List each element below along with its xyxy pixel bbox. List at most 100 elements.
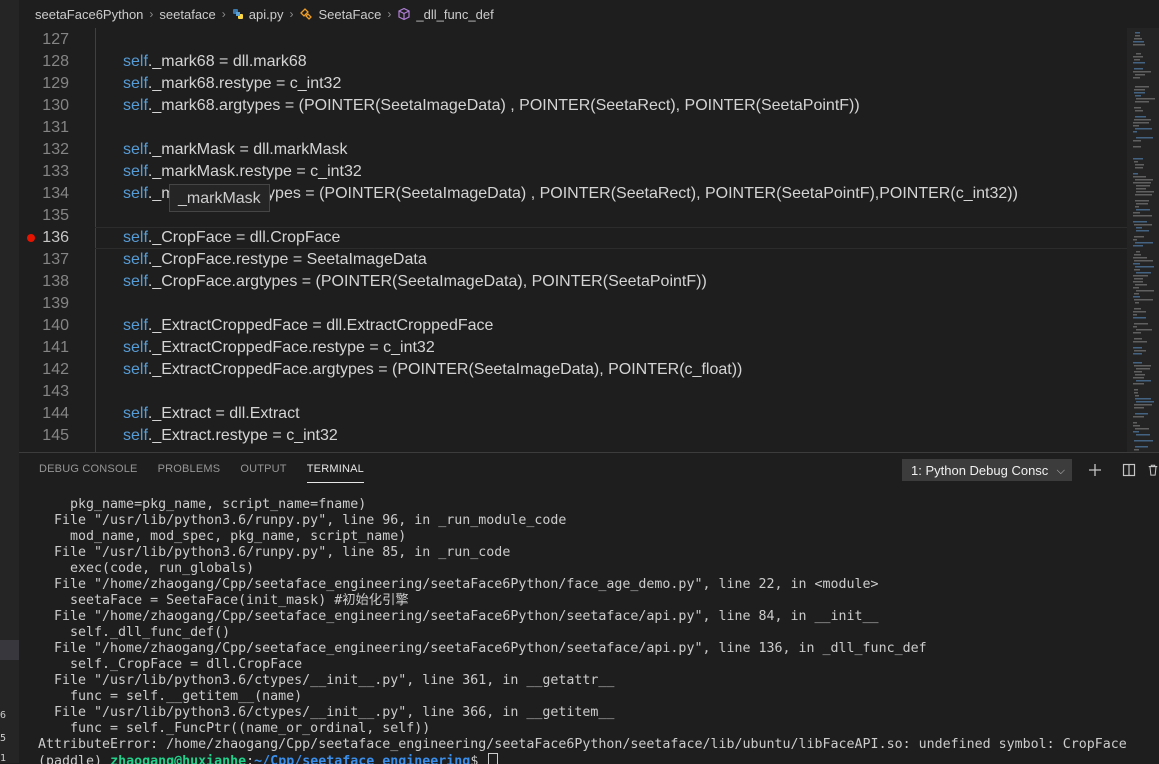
code-line[interactable]: 142 self._ExtractCroppedFace.argtypes = (… xyxy=(19,359,1127,381)
terminal-line: func = self.__getitem__(name) xyxy=(38,689,303,704)
terminal-cursor xyxy=(488,753,499,764)
line-number: 142 xyxy=(42,361,69,378)
code-text: self._Extract = dll.Extract xyxy=(123,403,300,425)
trash-icon xyxy=(1148,464,1158,476)
terminal-select-value: 1: Python Debug Consc xyxy=(911,463,1049,478)
line-number: 130 xyxy=(42,97,69,114)
chevron-right-icon: › xyxy=(221,7,226,21)
tab-debug-console[interactable]: DEBUG CONSOLE xyxy=(39,453,138,485)
line-number: 139 xyxy=(42,295,69,312)
code-line[interactable]: 128 self._mark68 = dll.mark68 xyxy=(19,51,1127,73)
breadcrumb-item-class[interactable]: SeetaFace xyxy=(318,7,381,22)
strip-number: 6 xyxy=(0,710,7,721)
hover-tooltip: _markMask xyxy=(169,184,270,212)
tab-output[interactable]: OUTPUT xyxy=(240,453,286,485)
code-text: self._ExtractCroppedFace.argtypes = (POI… xyxy=(123,359,742,381)
python-file-icon xyxy=(232,8,244,20)
code-text: self._ExtractCroppedFace.restype = c_int… xyxy=(123,337,435,359)
line-number: 133 xyxy=(42,163,69,180)
keyword-self: self xyxy=(123,97,148,114)
code-line[interactable]: 133 self._markMask.restype = c_int32 xyxy=(19,161,1127,183)
breadcrumb-item-method[interactable]: _dll_func_def xyxy=(416,7,493,22)
code-line[interactable]: 138 self._CropFace.argtypes = (POINTER(Se… xyxy=(19,271,1127,293)
code-text: self._CropFace.restype = SeetaImageData xyxy=(123,249,427,271)
code-rest: ._ExtractCroppedFace = dll.ExtractCroppe… xyxy=(147,317,494,334)
code-line[interactable]: 131 xyxy=(19,117,1127,139)
code-editor[interactable]: 127 128 self._mark68 = dll.mark68 129 self._… xyxy=(19,28,1127,452)
code-text: self._markMask = dll.markMask xyxy=(123,139,348,161)
split-terminal-button[interactable] xyxy=(1118,459,1140,481)
breadcrumb: seetaFace6Python › seetaface › api.py › … xyxy=(19,0,1159,28)
keyword-self: self xyxy=(123,361,148,378)
line-number: 143 xyxy=(42,383,69,400)
code-line[interactable]: 130 self._mark68.argtypes = (POINTER(Seet… xyxy=(19,95,1127,117)
code-line[interactable]: 136 self._CropFace = dll.CropFace xyxy=(19,227,1127,249)
line-number: 132 xyxy=(42,141,69,158)
keyword-self: self xyxy=(123,141,148,158)
keyword-self: self xyxy=(123,427,148,444)
breadcrumb-item-subfolder[interactable]: seetaface xyxy=(159,7,215,22)
keyword-self: self xyxy=(123,405,148,422)
code-text: self._mark68.restype = c_int32 xyxy=(123,73,341,95)
keyword-self: self xyxy=(123,339,148,356)
minimap-viewport[interactable] xyxy=(1127,28,1159,452)
line-number: 144 xyxy=(42,405,69,422)
code-rest: ._mark68.argtypes = (POINTER(SeetaImageD… xyxy=(147,97,860,114)
keyword-self: self xyxy=(123,53,148,70)
terminal-select-dropdown[interactable]: 1: Python Debug Consc ⌵ xyxy=(902,459,1072,481)
code-text: self._mark68 = dll.mark68 xyxy=(123,51,307,73)
code-text: self._CropFace.argtypes = (POINTER(Seeta… xyxy=(123,271,707,293)
code-rest: ._markMask.argtypes = (POINTER(SeetaImag… xyxy=(147,185,1018,202)
bottom-panel: DEBUG CONSOLE PROBLEMS OUTPUT TERMINAL 1… xyxy=(19,452,1159,764)
line-number: 135 xyxy=(42,207,69,224)
line-number: 131 xyxy=(42,119,69,136)
activity-strip: 6 5 1 xyxy=(0,0,19,764)
chevron-right-icon: › xyxy=(149,7,154,21)
code-line[interactable]: 127 xyxy=(19,29,1127,51)
strip-number: 1 xyxy=(0,753,7,764)
terminal-output[interactable]: pkg_name=pkg_name, script_name=fname) Fi… xyxy=(38,497,1158,764)
code-rest: ._markMask.restype = c_int32 xyxy=(147,163,362,180)
terminal-line: File "/usr/lib/python3.6/ctypes/__init__… xyxy=(38,705,615,720)
chevron-right-icon: › xyxy=(289,7,294,21)
code-line[interactable]: 141 self._ExtractCroppedFace.restype = c_… xyxy=(19,337,1127,359)
keyword-self: self xyxy=(123,251,148,268)
code-line[interactable]: 139 xyxy=(19,293,1127,315)
keyword-self: self xyxy=(123,229,148,246)
code-line[interactable]: 145 self._Extract.restype = c_int32 xyxy=(19,425,1127,447)
code-line[interactable]: 144 self._Extract = dll.Extract xyxy=(19,403,1127,425)
code-line[interactable]: 129 self._mark68.restype = c_int32 xyxy=(19,73,1127,95)
code-rest: ._CropFace.argtypes = (POINTER(SeetaImag… xyxy=(147,273,707,290)
code-text: self._ExtractCroppedFace = dll.ExtractCr… xyxy=(123,315,493,337)
minimap[interactable] xyxy=(1127,28,1159,452)
method-cube-icon xyxy=(397,7,411,21)
keyword-self: self xyxy=(123,75,148,92)
code-rest: ._mark68.restype = c_int32 xyxy=(147,75,342,92)
code-rest: ._Extract.restype = c_int32 xyxy=(147,427,338,444)
code-line[interactable]: 137 self._CropFace.restype = SeetaImageDa… xyxy=(19,249,1127,271)
code-text: self._Extract.restype = c_int32 xyxy=(123,425,338,447)
terminal-lines: pkg_name=pkg_name, script_name=fname) Fi… xyxy=(38,497,1158,753)
code-line[interactable]: 132 self._markMask = dll.markMask xyxy=(19,139,1127,161)
breadcrumb-item-folder[interactable]: seetaFace6Python xyxy=(35,7,143,22)
code-rest: ._CropFace = dll.CropFace xyxy=(147,229,341,246)
new-terminal-button[interactable] xyxy=(1084,459,1106,481)
breadcrumb-item-file[interactable]: api.py xyxy=(249,7,284,22)
line-number: 141 xyxy=(42,339,69,356)
tab-problems[interactable]: PROBLEMS xyxy=(158,453,221,485)
terminal-line: mod_name, mod_spec, pkg_name, script_nam… xyxy=(38,529,407,544)
code-line[interactable]: 140 self._ExtractCroppedFace = dll.Extrac… xyxy=(19,315,1127,337)
keyword-self: self xyxy=(123,163,148,180)
code-line[interactable]: 143 xyxy=(19,381,1127,403)
line-number: 134 xyxy=(42,185,69,202)
kill-terminal-button[interactable] xyxy=(1147,459,1159,481)
terminal-line: AttributeError: /home/zhaogang/Cpp/seeta… xyxy=(38,737,1127,752)
code-rest: ._markMask = dll.markMask xyxy=(147,141,348,158)
line-number: 127 xyxy=(42,31,69,48)
terminal-line: File "/home/zhaogang/Cpp/seetaface_engin… xyxy=(38,641,927,656)
tab-terminal[interactable]: TERMINAL xyxy=(306,453,365,485)
chevron-right-icon: › xyxy=(387,7,392,21)
terminal-line: File "/usr/lib/python3.6/runpy.py", line… xyxy=(38,545,511,560)
code-text: self._markMask.restype = c_int32 xyxy=(123,161,362,183)
terminal-line: pkg_name=pkg_name, script_name=fname) xyxy=(38,497,367,512)
